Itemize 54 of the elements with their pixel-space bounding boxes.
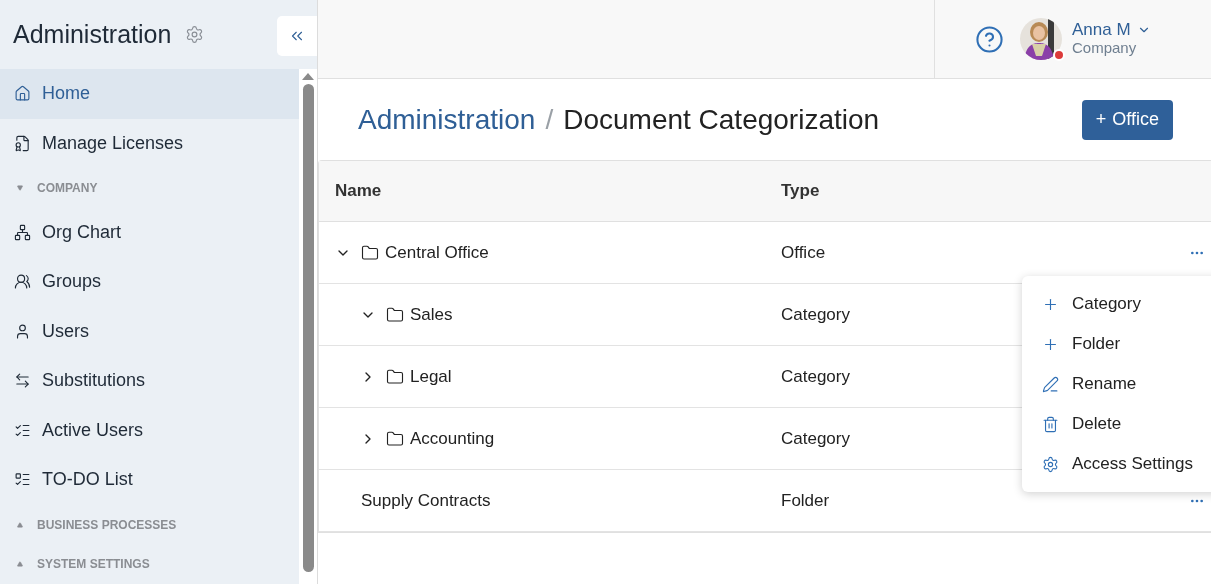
caret-down-icon bbox=[16, 184, 24, 191]
help-icon[interactable] bbox=[975, 24, 1004, 54]
nav-item[interactable]: TO-DO List bbox=[0, 455, 299, 505]
menu-item[interactable]: Folder bbox=[1022, 324, 1211, 364]
license-icon bbox=[14, 134, 31, 152]
settings-icon bbox=[1042, 455, 1059, 473]
menu-item[interactable]: Delete bbox=[1022, 404, 1211, 444]
company-name: Company bbox=[1072, 39, 1138, 57]
menu-item[interactable]: Category bbox=[1022, 284, 1211, 324]
page-title: Document Categorization bbox=[563, 102, 880, 137]
name-cell-text: Accounting bbox=[410, 427, 495, 450]
menu-item[interactable]: Rename bbox=[1022, 364, 1211, 404]
nav-item[interactable]: Substitutions bbox=[0, 356, 299, 406]
type-cell: Category bbox=[781, 366, 850, 386]
user-name[interactable]: Anna M bbox=[1072, 21, 1131, 39]
group-icon bbox=[14, 273, 31, 291]
settings-icon[interactable] bbox=[185, 25, 205, 44]
home-icon bbox=[14, 85, 31, 103]
menu-item[interactable]: Access Settings bbox=[1022, 444, 1211, 484]
section-label: COMPANY bbox=[37, 179, 98, 197]
breadcrumb-link[interactable]: Administration bbox=[358, 98, 536, 141]
add-office-button[interactable]: + Office bbox=[1081, 99, 1173, 140]
caret-up-icon bbox=[16, 561, 24, 568]
type-cell: Category bbox=[781, 304, 850, 324]
name-cell-text: Central Office bbox=[385, 241, 489, 264]
column-header[interactable]: Type bbox=[781, 178, 820, 204]
type-cell: Folder bbox=[781, 490, 830, 510]
name-cell-text: Sales bbox=[410, 303, 453, 326]
nav-item[interactable]: Groups bbox=[0, 257, 299, 307]
nav-item[interactable]: Active Users bbox=[0, 405, 299, 456]
folder-icon bbox=[386, 429, 404, 448]
sidebar-title: Administration bbox=[13, 18, 172, 50]
swap-icon bbox=[14, 372, 31, 390]
section-label: SYSTEM SETTINGS bbox=[37, 556, 150, 574]
column-header[interactable]: Name bbox=[319, 178, 781, 204]
caret-up-icon bbox=[16, 521, 24, 528]
org-chart-icon bbox=[14, 223, 31, 241]
nav-item[interactable]: Manage Licenses bbox=[0, 118, 299, 169]
trash-icon bbox=[1042, 415, 1059, 433]
name-cell-text: Supply Contracts bbox=[361, 489, 491, 512]
user-icon bbox=[14, 322, 31, 340]
type-cell: Category bbox=[781, 428, 850, 448]
folder-icon bbox=[386, 305, 404, 324]
folder-icon bbox=[386, 367, 404, 386]
nav-item[interactable]: Org Chart bbox=[0, 207, 299, 258]
type-cell: Office bbox=[781, 242, 826, 262]
pencil-icon bbox=[1042, 375, 1059, 393]
section-label: BUSINESS PROCESSES bbox=[37, 516, 177, 534]
folder-icon bbox=[361, 243, 379, 262]
nav-item[interactable]: Home bbox=[0, 69, 299, 119]
name-cell-text: Legal bbox=[410, 365, 452, 388]
breadcrumb-separator: / bbox=[545, 102, 554, 137]
nav-item[interactable]: Users bbox=[0, 306, 299, 357]
scrollbar[interactable] bbox=[299, 69, 317, 584]
